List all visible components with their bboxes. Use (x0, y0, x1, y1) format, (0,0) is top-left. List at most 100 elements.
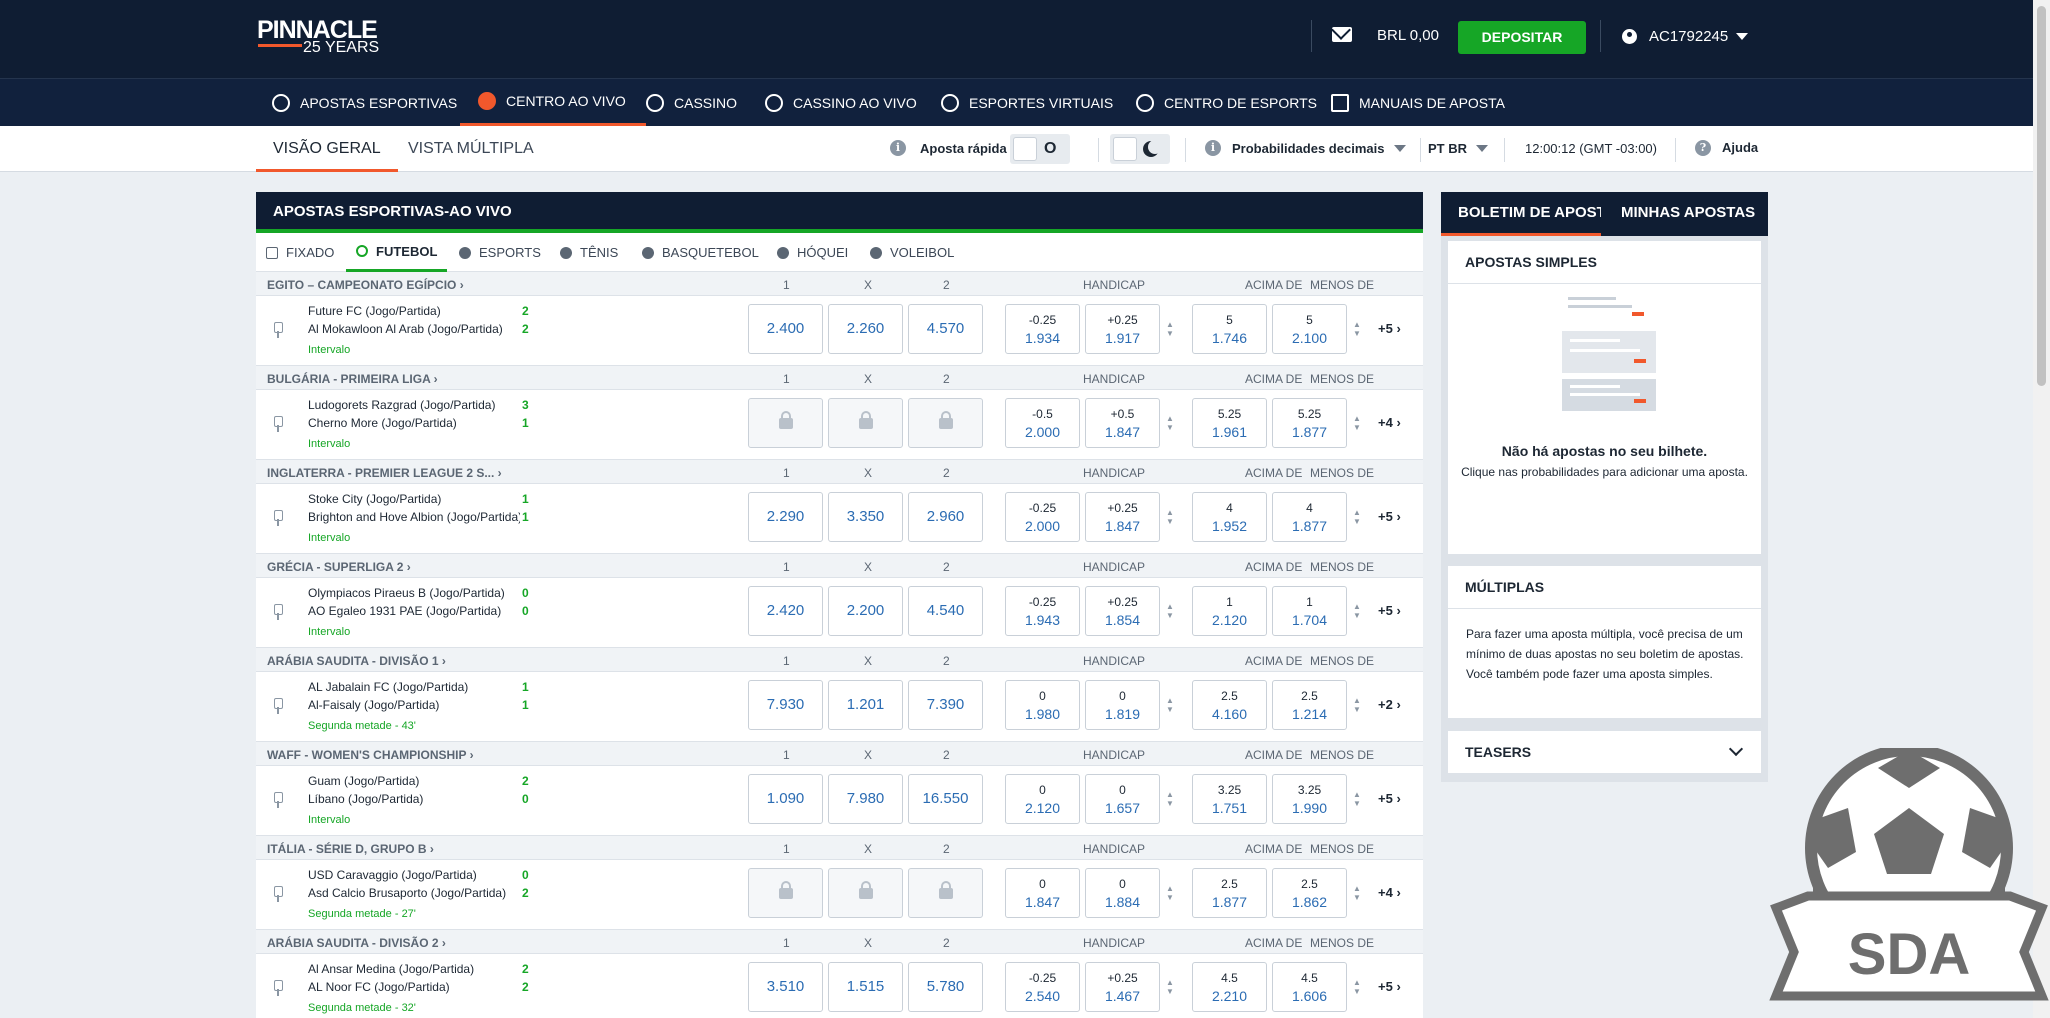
under-odds-button[interactable]: 2.5 1.214 (1272, 680, 1347, 730)
home-team[interactable]: Al Ansar Medina (Jogo/Partida) (308, 962, 520, 976)
over-odds-button[interactable]: 2.5 1.877 (1192, 868, 1267, 918)
chevron-down-icon[interactable] (1394, 145, 1406, 152)
info-icon[interactable]: i (890, 140, 906, 156)
nav-centro-de-esports[interactable]: CENTRO DE ESPORTS (1136, 79, 1317, 126)
over-odds-button[interactable]: 3.25 1.751 (1192, 774, 1267, 824)
pin-icon[interactable] (270, 322, 286, 338)
more-markets-link[interactable]: +5 › (1378, 791, 1401, 806)
nav-centro-ao-vivo[interactable]: CENTRO AO VIVO (460, 79, 646, 126)
home-team[interactable]: Olympiacos Piraeus B (Jogo/Partida) (308, 586, 520, 600)
handicap-odds-button[interactable]: -0.25 2.000 (1005, 492, 1080, 542)
home-team[interactable]: Stoke City (Jogo/Partida) (308, 492, 520, 506)
handicap-odds-button[interactable]: +0.25 1.917 (1085, 304, 1160, 354)
away-team[interactable]: Brighton and Hove Albion (Jogo/Partida) (308, 510, 520, 524)
deposit-button[interactable]: DEPOSITAR (1458, 21, 1586, 54)
league-header[interactable]: EGITO – CAMPEONATO EGÍPCIO › 1 X 2 HANDICAP A… (256, 272, 1423, 296)
more-markets-link[interactable]: +5 › (1378, 979, 1401, 994)
under-odds-button[interactable]: 5.25 1.877 (1272, 398, 1347, 448)
over-odds-button[interactable]: 4 1.952 (1192, 492, 1267, 542)
pin-icon[interactable] (270, 698, 286, 714)
totals-scroll-arrows[interactable]: ▲ ▼ (1353, 320, 1361, 338)
odds-format-select[interactable]: Probabilidades decimais (1232, 141, 1384, 156)
home-team[interactable]: Ludogorets Razgrad (Jogo/Partida) (308, 398, 520, 412)
handicap-odds-button[interactable]: -0.5 2.000 (1005, 398, 1080, 448)
handicap-odds-button[interactable]: 0 1.980 (1005, 680, 1080, 730)
totals-scroll-arrows[interactable]: ▲ ▼ (1353, 790, 1361, 808)
user-icon[interactable] (1622, 29, 1637, 44)
tab-esports[interactable]: ESPORTS (459, 233, 541, 272)
over-odds-button[interactable]: 4.5 2.210 (1192, 962, 1267, 1012)
nav-cassino[interactable]: CASSINO (646, 79, 737, 126)
handicap-scroll-arrows[interactable]: ▲ ▼ (1166, 414, 1174, 432)
totals-scroll-arrows[interactable]: ▲ ▼ (1353, 602, 1361, 620)
odds-home-button[interactable]: 7.930 (748, 680, 823, 730)
odds-home-button[interactable]: 1.090 (748, 774, 823, 824)
tab-minhas-apostas[interactable]: MINHAS APOSTAS (1604, 192, 1768, 236)
league-name[interactable]: INGLATERRA - PREMIER LEAGUE 2 S... › (267, 466, 502, 480)
chevron-down-icon[interactable] (1736, 33, 1748, 40)
totals-scroll-arrows[interactable]: ▲ ▼ (1353, 978, 1361, 996)
odds-draw-button[interactable]: 1.201 (828, 680, 903, 730)
away-team[interactable]: Al Mokawloon Al Arab (Jogo/Partida) (308, 322, 520, 336)
tab-vista-multipla[interactable]: VISTA MÚLTIPLA (408, 126, 534, 172)
handicap-odds-button[interactable]: +0.5 1.847 (1085, 398, 1160, 448)
handicap-odds-button[interactable]: -0.25 2.540 (1005, 962, 1080, 1012)
help-icon[interactable]: ? (1695, 140, 1711, 156)
away-team[interactable]: Asd Calcio Brusaporto (Jogo/Partida) (308, 886, 520, 900)
more-markets-link[interactable]: +2 › (1378, 697, 1401, 712)
handicap-scroll-arrows[interactable]: ▲ ▼ (1166, 978, 1174, 996)
pin-icon[interactable] (270, 510, 286, 526)
odds-away-button[interactable]: 7.390 (908, 680, 983, 730)
pin-icon[interactable] (270, 886, 286, 902)
language-select[interactable]: PT BR (1428, 141, 1467, 156)
odds-home-button[interactable]: 2.290 (748, 492, 823, 542)
odds-away-button[interactable]: 4.540 (908, 586, 983, 636)
nav-cassino-ao-vivo[interactable]: CASSINO AO VIVO (765, 79, 917, 126)
handicap-odds-button[interactable]: 0 1.847 (1005, 868, 1080, 918)
league-name[interactable]: GRÉCIA - SUPERLIGA 2 › (267, 560, 411, 574)
league-name[interactable]: ARÁBIA SAUDITA - DIVISÃO 2 › (267, 936, 446, 950)
over-odds-button[interactable]: 1 2.120 (1192, 586, 1267, 636)
tab-boletim[interactable]: BOLETIM DE APOSTAS (1441, 192, 1601, 236)
under-odds-button[interactable]: 4 1.877 (1272, 492, 1347, 542)
handicap-odds-button[interactable]: 0 1.884 (1085, 868, 1160, 918)
odds-draw-button[interactable]: 2.200 (828, 586, 903, 636)
league-header[interactable]: INGLATERRA - PREMIER LEAGUE 2 S... › 1 X 2 H… (256, 460, 1423, 484)
over-odds-button[interactable]: 5 1.746 (1192, 304, 1267, 354)
handicap-scroll-arrows[interactable]: ▲ ▼ (1166, 320, 1174, 338)
league-header[interactable]: ARÁBIA SAUDITA - DIVISÃO 1 › 1 X 2 HANDICAP A… (256, 648, 1423, 672)
under-odds-button[interactable]: 4.5 1.606 (1272, 962, 1347, 1012)
dark-mode-toggle[interactable] (1110, 134, 1170, 164)
pin-icon[interactable] (270, 980, 286, 996)
chevron-down-icon[interactable] (1476, 145, 1488, 152)
help-link[interactable]: Ajuda (1722, 140, 1758, 155)
handicap-odds-button[interactable]: 0 2.120 (1005, 774, 1080, 824)
league-name[interactable]: ARÁBIA SAUDITA - DIVISÃO 1 › (267, 654, 446, 668)
league-name[interactable]: ITÁLIA - SÉRIE D, GRUPO B › (267, 842, 434, 856)
league-name[interactable]: EGITO – CAMPEONATO EGÍPCIO › (267, 278, 464, 292)
pinnacle-logo[interactable]: PINNACLE 25 YEARS (257, 18, 379, 56)
odds-away-button[interactable]: 4.570 (908, 304, 983, 354)
handicap-odds-button[interactable]: -0.25 1.934 (1005, 304, 1080, 354)
totals-scroll-arrows[interactable]: ▲ ▼ (1353, 696, 1361, 714)
tab-fixado[interactable]: FIXADO (266, 233, 334, 272)
odds-home-button[interactable]: 3.510 (748, 962, 823, 1012)
under-odds-button[interactable]: 1 1.704 (1272, 586, 1347, 636)
tab-basquetebol[interactable]: BASQUETEBOL (642, 233, 759, 272)
under-odds-button[interactable]: 5 2.100 (1272, 304, 1347, 354)
league-header[interactable]: GRÉCIA - SUPERLIGA 2 › 1 X 2 HANDICAP ACIMA D… (256, 554, 1423, 578)
away-team[interactable]: AO Egaleo 1931 PAE (Jogo/Partida) (308, 604, 520, 618)
tab-tenis[interactable]: TÊNIS (560, 233, 618, 272)
more-markets-link[interactable]: +5 › (1378, 509, 1401, 524)
handicap-scroll-arrows[interactable]: ▲ ▼ (1166, 790, 1174, 808)
tab-visao-geral[interactable]: VISÃO GERAL (256, 126, 398, 172)
over-odds-button[interactable]: 2.5 4.160 (1192, 680, 1267, 730)
scrollbar-thumb[interactable] (2037, 6, 2046, 386)
odds-home-button[interactable]: 2.420 (748, 586, 823, 636)
league-name[interactable]: WAFF - WOMEN'S CHAMPIONSHIP › (267, 748, 474, 762)
more-markets-link[interactable]: +4 › (1378, 415, 1401, 430)
league-header[interactable]: ARÁBIA SAUDITA - DIVISÃO 2 › 1 X 2 HANDICAP A… (256, 930, 1423, 954)
under-odds-button[interactable]: 3.25 1.990 (1272, 774, 1347, 824)
odds-draw-button[interactable]: 7.980 (828, 774, 903, 824)
home-team[interactable]: Guam (Jogo/Partida) (308, 774, 520, 788)
